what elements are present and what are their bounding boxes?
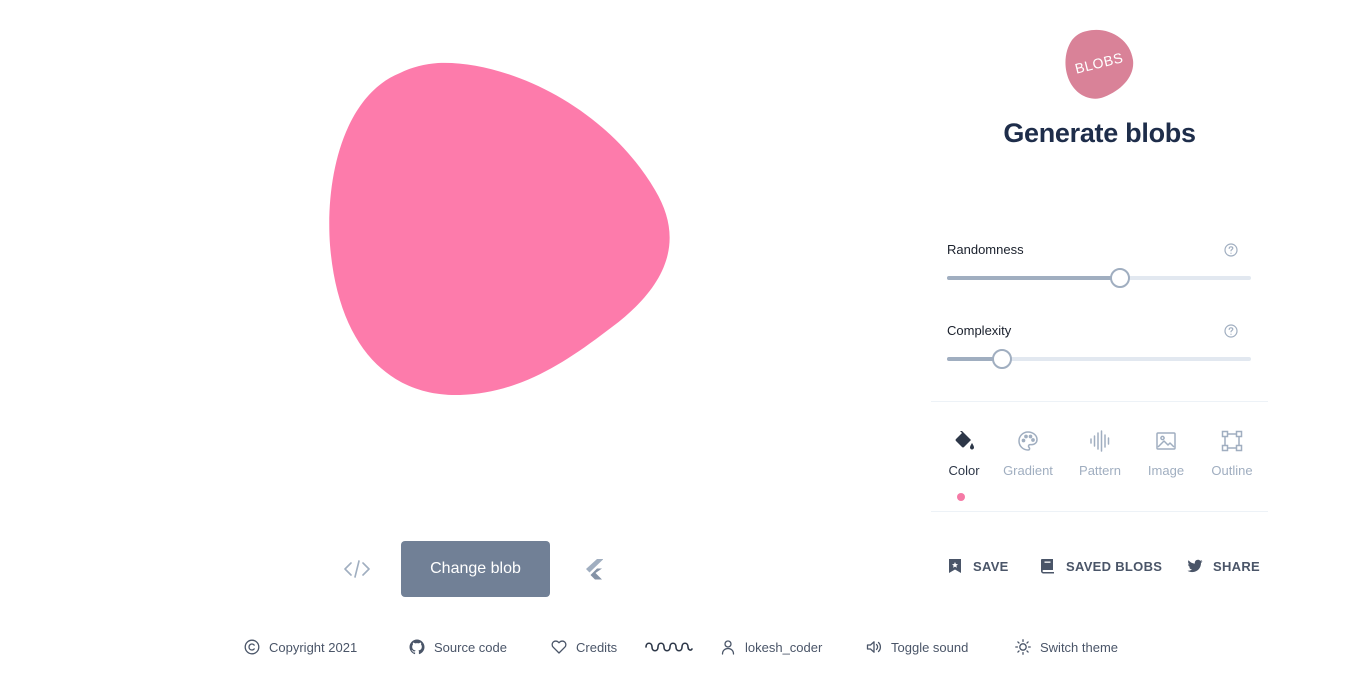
tab-image[interactable]: Image — [1133, 425, 1199, 501]
author-link[interactable]: lokesh_coder — [720, 636, 822, 658]
canvas-controls: Change blob — [340, 541, 620, 597]
save-label: SAVE — [973, 558, 1009, 574]
copyright-item: Copyright 2021 — [244, 636, 357, 658]
complexity-slider[interactable] — [947, 349, 1251, 369]
share-button[interactable]: SHARE — [1187, 555, 1260, 577]
author-text: lokesh_coder — [745, 639, 823, 655]
tab-label: Pattern — [1079, 463, 1121, 478]
question-circle-icon[interactable] — [1224, 324, 1238, 338]
footer: Copyright 2021 Source code Credits lokes… — [0, 636, 1365, 658]
randomness-label: Randomness — [947, 242, 1024, 257]
switch-theme-text: Switch theme — [1040, 639, 1119, 655]
saved-blobs-label: SAVED BLOBS — [1066, 558, 1163, 574]
github-icon — [409, 639, 425, 655]
tab-gradient[interactable]: Gradient — [995, 425, 1061, 501]
switch-theme-button[interactable]: Switch theme — [1015, 636, 1118, 658]
divider — [931, 511, 1268, 512]
style-tabs: Color Gradient Pattern Image Outline — [931, 425, 1268, 505]
saved-blobs-button[interactable]: SAVED BLOBS — [1040, 555, 1162, 577]
squiggle-link[interactable] — [644, 636, 694, 658]
squiggle-logo-icon — [645, 642, 693, 652]
tab-label: Image — [1147, 463, 1185, 478]
share-label: SHARE — [1213, 558, 1261, 574]
active-tab-indicator — [957, 493, 965, 501]
tab-label: Outline — [1211, 463, 1253, 478]
change-blob-button[interactable]: Change blob — [401, 541, 550, 597]
twitter-icon — [1187, 559, 1203, 573]
code-icon[interactable] — [340, 555, 374, 583]
tab-color[interactable]: Color — [931, 425, 997, 501]
source-code-text: Source code — [434, 639, 507, 655]
speaker-icon — [866, 641, 882, 653]
paint-bucket-icon — [955, 431, 974, 450]
bookmark-icon — [949, 559, 961, 573]
tab-pattern[interactable]: Pattern — [1067, 425, 1133, 501]
save-button[interactable]: SAVE — [947, 555, 1009, 577]
divider — [931, 401, 1268, 402]
complexity-label: Complexity — [947, 323, 1012, 338]
slider-fill — [947, 276, 1121, 280]
app-root: Change blob BLOBS Generate blobs Randomn… — [0, 0, 1365, 695]
blob-path — [329, 62, 670, 396]
image-icon — [1156, 432, 1176, 450]
blob-shape — [329, 62, 670, 396]
slider-thumb[interactable] — [1110, 268, 1131, 288]
tab-outline[interactable]: Outline — [1199, 425, 1265, 501]
copyright-text: Copyright 2021 — [269, 639, 358, 655]
book-icon — [1041, 559, 1054, 574]
flutter-icon[interactable] — [582, 555, 606, 583]
page-title: Generate blobs — [1003, 118, 1196, 148]
waveform-icon — [1090, 430, 1110, 452]
source-code-link[interactable]: Source code — [409, 636, 507, 658]
credits-link[interactable]: Credits — [551, 636, 617, 658]
toggle-sound-text: Toggle sound — [891, 639, 969, 655]
outline-square-icon — [1221, 430, 1243, 452]
question-circle-icon[interactable] — [1224, 243, 1238, 257]
palette-icon — [1018, 431, 1038, 451]
heart-icon — [551, 640, 567, 654]
copyright-icon — [244, 639, 260, 655]
sun-icon — [1015, 639, 1031, 655]
tab-label: Color — [948, 463, 980, 478]
credits-text: Credits — [576, 639, 618, 655]
slider-thumb[interactable] — [991, 349, 1012, 369]
randomness-slider[interactable] — [947, 268, 1251, 288]
toggle-sound-button[interactable]: Toggle sound — [866, 636, 968, 658]
tab-label: Gradient — [1003, 463, 1053, 478]
user-icon — [721, 640, 735, 655]
